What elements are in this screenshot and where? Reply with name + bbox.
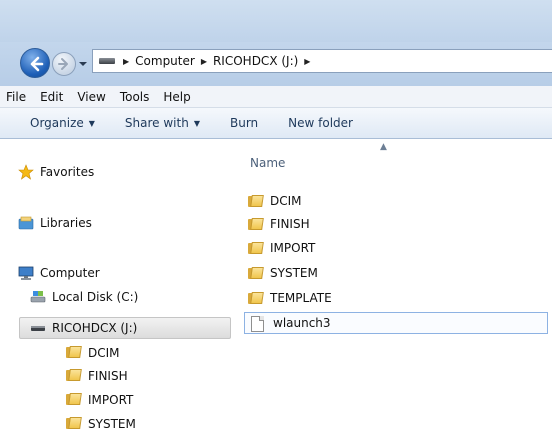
folder-icon — [66, 392, 82, 408]
organize-button[interactable]: Organize ▼ — [30, 116, 95, 130]
removable-drive-icon — [30, 320, 46, 336]
list-item-folder-import[interactable]: IMPORT — [248, 237, 552, 259]
nav-folder-dcim[interactable]: DCIM — [66, 342, 120, 364]
menu-help[interactable]: Help — [163, 90, 190, 104]
nav-favorites[interactable]: Favorites — [18, 161, 94, 183]
window-titlebar — [0, 0, 552, 42]
breadcrumb-separator-icon[interactable]: ▶ — [123, 57, 129, 66]
menu-bar: File Edit View Tools Help — [0, 86, 552, 108]
list-item-label: DCIM — [270, 194, 302, 208]
folder-icon — [248, 241, 264, 255]
back-arrow-icon — [30, 56, 44, 72]
breadcrumb-ricohdcx[interactable]: RICOHDCX (J:) — [213, 54, 298, 68]
folder-icon — [248, 217, 264, 231]
list-item-label: wlaunch3 — [273, 316, 331, 330]
folder-icon — [66, 416, 82, 432]
menu-view[interactable]: View — [77, 90, 105, 104]
menu-edit[interactable]: Edit — [40, 90, 63, 104]
sort-ascending-icon: ▲ — [380, 142, 387, 152]
list-item-folder-template[interactable]: TEMPLATE — [248, 287, 552, 309]
nav-folder-label: FINISH — [88, 369, 128, 383]
file-icon — [251, 316, 267, 332]
chevron-down-icon: ▼ — [88, 118, 95, 128]
list-item-label: IMPORT — [270, 241, 316, 255]
local-disk-icon — [30, 289, 46, 305]
folder-icon — [248, 194, 264, 208]
nav-libraries[interactable]: Libraries — [18, 212, 92, 234]
menu-tools[interactable]: Tools — [120, 90, 150, 104]
organize-label: Organize — [30, 116, 84, 130]
drive-icon — [99, 57, 115, 65]
forward-arrow-icon — [58, 58, 68, 70]
nav-folder-label: IMPORT — [88, 393, 134, 407]
list-item-label: SYSTEM — [270, 266, 318, 280]
list-item-label: TEMPLATE — [270, 291, 332, 305]
list-item-folder-system[interactable]: SYSTEM — [248, 262, 552, 284]
nav-folder-finish[interactable]: FINISH — [66, 365, 128, 387]
nav-folder-system[interactable]: SYSTEM — [66, 413, 136, 435]
new-folder-button[interactable]: New folder — [288, 116, 353, 130]
folder-icon — [248, 291, 264, 305]
folder-icon — [66, 345, 82, 361]
list-item-file-wlaunch3[interactable]: wlaunch3 — [244, 312, 548, 334]
list-item-folder-dcim[interactable]: DCIM — [248, 190, 552, 212]
nav-folder-import[interactable]: IMPORT — [66, 389, 133, 411]
back-button[interactable] — [20, 48, 50, 78]
nav-local-disk-label: Local Disk (C:) — [52, 290, 139, 304]
list-item-label: FINISH — [270, 217, 310, 231]
list-item-folder-finish[interactable]: FINISH — [248, 213, 552, 235]
file-list-pane: ▲ Name DCIM FINISH IMPORT SYSTEM TEMPLAT… — [240, 139, 552, 437]
nav-folder-label: SYSTEM — [88, 417, 136, 431]
folder-icon — [248, 266, 264, 280]
folder-icon — [66, 368, 82, 384]
nav-computer-label: Computer — [40, 266, 100, 280]
menu-file[interactable]: File — [6, 90, 26, 104]
nav-local-disk[interactable]: Local Disk (C:) — [30, 286, 138, 308]
forward-button[interactable] — [52, 52, 76, 76]
address-bar[interactable]: ▶ Computer ▶ RICOHDCX (J:) ▶ — [92, 49, 552, 73]
burn-button[interactable]: Burn — [230, 116, 258, 130]
nav-favorites-label: Favorites — [40, 165, 95, 179]
libraries-icon — [18, 215, 34, 231]
chevron-down-icon: ▼ — [193, 118, 200, 128]
nav-ricohdcx[interactable]: RICOHDCX (J:) — [19, 317, 231, 339]
breadcrumb-computer[interactable]: Computer — [135, 54, 195, 68]
column-header-name[interactable]: Name — [250, 156, 285, 170]
share-with-button[interactable]: Share with ▼ — [125, 116, 200, 130]
recent-pages-dropdown-icon[interactable] — [78, 60, 88, 68]
command-toolbar: Organize ▼ Share with ▼ Burn New folder — [0, 108, 552, 139]
nav-folder-label: DCIM — [88, 346, 120, 360]
share-with-label: Share with — [124, 116, 189, 130]
nav-computer[interactable]: Computer — [18, 262, 100, 284]
nav-libraries-label: Libraries — [40, 216, 92, 230]
nav-ricohdcx-label: RICOHDCX (J:) — [52, 321, 138, 335]
navigation-pane: Favorites Libraries Computer Local Disk … — [0, 139, 240, 437]
computer-icon — [18, 265, 34, 281]
breadcrumb-separator-icon[interactable]: ▶ — [304, 57, 310, 66]
star-icon — [18, 164, 34, 180]
breadcrumb-separator-icon[interactable]: ▶ — [201, 57, 207, 66]
